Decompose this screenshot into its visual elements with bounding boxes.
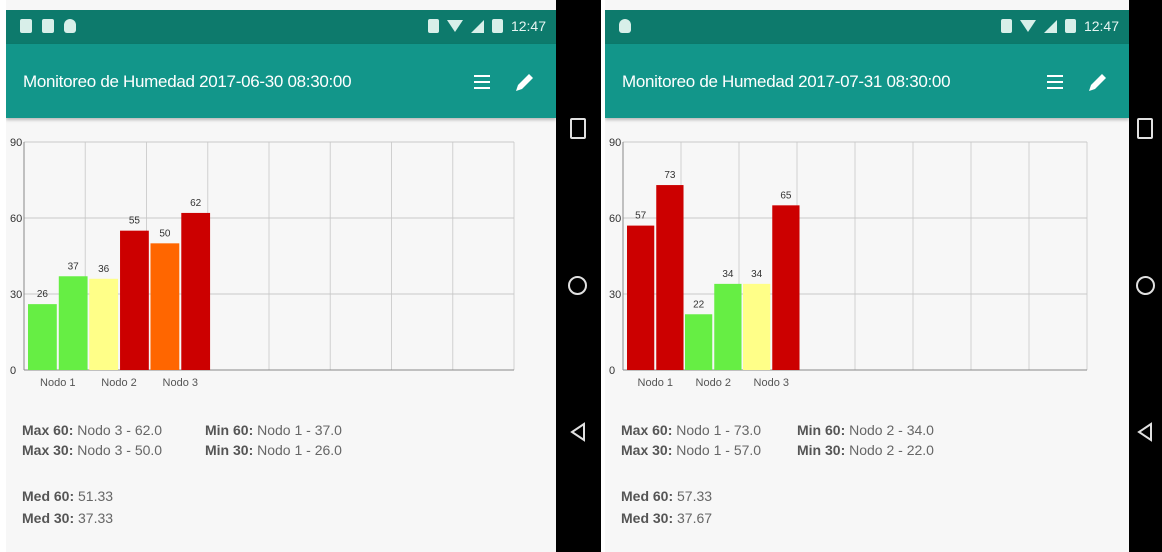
bar (89, 278, 119, 370)
data-label: 57 (635, 211, 647, 222)
bar (120, 230, 149, 370)
back-triangle-icon[interactable] (1136, 422, 1154, 442)
stat-med60: Med 60: 57.33 (621, 488, 713, 504)
status-time: 12:47 (1083, 18, 1119, 34)
stat-min60: Min 60: Nodo 2 - 34.0 (797, 422, 934, 438)
y-tick-label: 90 (609, 137, 621, 149)
bar (656, 185, 684, 370)
data-label: 22 (693, 299, 705, 310)
bar-chart: 0 30 60 90 26 37 36 55 50 62 Nodo 1 Nodo 2 Nodo 3 (10, 137, 515, 389)
vibrate-icon (427, 19, 439, 33)
x-tick-label: Nodo 3 (163, 377, 198, 389)
signal-icon (1043, 19, 1057, 33)
x-tick-label: Nodo 3 (754, 377, 789, 389)
data-label: 26 (37, 289, 49, 300)
vibrate-icon (1000, 19, 1012, 33)
bar (150, 243, 180, 370)
bar (627, 225, 655, 370)
y-tick-label: 30 (10, 289, 22, 301)
image-icon (42, 19, 54, 33)
battery-icon (491, 19, 503, 33)
navigation-bar (556, 0, 601, 552)
y-tick-label: 60 (609, 213, 621, 225)
app-bar: Monitoreo de Humedad 2017-06-30 08:30:00 (6, 44, 556, 118)
x-tick-label: Nodo 2 (696, 377, 731, 389)
stat-min60: Min 60: Nodo 1 - 37.0 (205, 422, 342, 438)
home-circle-icon[interactable] (568, 276, 587, 295)
y-tick-label: 90 (10, 137, 22, 149)
bar (685, 314, 713, 370)
list-icon[interactable] (474, 75, 490, 89)
humidity-chart: 0 30 60 90 26 37 36 55 50 62 Nodo 1 Nodo 2 Nodo 3 (6, 124, 556, 399)
bar (58, 276, 88, 370)
data-label: 50 (159, 228, 171, 239)
x-tick-label: Nodo 1 (40, 377, 75, 389)
status-time: 12:47 (510, 18, 546, 34)
app-bar: Monitoreo de Humedad 2017-07-31 08:30:00 (605, 44, 1129, 118)
data-label: 62 (190, 198, 202, 209)
stat-min30: Min 30: Nodo 2 - 22.0 (797, 442, 934, 458)
y-tick-label: 0 (10, 365, 16, 377)
recents-square-icon[interactable] (570, 118, 586, 139)
list-icon[interactable] (1047, 75, 1063, 89)
status-bar: 12:47 (6, 10, 556, 44)
android-icon (64, 19, 76, 33)
page-title: Monitoreo de Humedad 2017-06-30 08:30:00 (23, 72, 352, 91)
recents-square-icon[interactable] (1137, 118, 1153, 139)
wifi-icon (446, 20, 463, 32)
bar (772, 205, 800, 370)
x-tick-label: Nodo 1 (638, 377, 673, 389)
stat-med30: Med 30: 37.67 (621, 510, 713, 526)
y-tick-label: 0 (609, 365, 615, 377)
pencil-icon[interactable] (512, 71, 536, 95)
home-circle-icon[interactable] (1136, 276, 1155, 295)
stat-max30: Max 30: Nodo 3 - 50.0 (22, 442, 163, 458)
android-icon (619, 19, 631, 33)
navigation-bar (1129, 0, 1162, 552)
status-bar: 12:47 (605, 10, 1129, 44)
data-label: 34 (722, 269, 734, 280)
signal-icon (470, 19, 484, 33)
data-label: 37 (68, 261, 80, 272)
data-label: 65 (780, 190, 792, 201)
page-title: Monitoreo de Humedad 2017-07-31 08:30:00 (622, 72, 951, 91)
wifi-icon (1019, 20, 1036, 32)
bar (28, 304, 57, 370)
bar (743, 283, 771, 370)
data-label: 73 (664, 170, 676, 181)
bar-chart: 0 30 60 90 57 73 22 34 34 65 Nodo 1 Nodo 2 Nodo 3 (609, 137, 1088, 389)
humidity-chart: 0 30 60 90 57 73 22 34 34 65 Nodo 1 Nodo 2 Nodo 3 (605, 124, 1129, 399)
clipboard-icon (20, 19, 32, 33)
battery-icon (1064, 19, 1076, 33)
phone-screen-right: 12:47 Monitoreo de Humedad 2017-07-31 08… (605, 0, 1129, 552)
x-tick-label: Nodo 2 (101, 377, 136, 389)
bar (714, 283, 742, 370)
bar (181, 212, 211, 370)
y-tick-label: 30 (609, 289, 621, 301)
stat-med60: Med 60: 51.33 (22, 488, 114, 504)
data-label: 34 (751, 269, 763, 280)
stat-max30: Max 30: Nodo 1 - 57.0 (621, 442, 762, 458)
stat-min30: Min 30: Nodo 1 - 26.0 (205, 442, 342, 458)
phone-screen-left: 12:47 Monitoreo de Humedad 2017-06-30 08… (6, 0, 556, 552)
back-triangle-icon[interactable] (569, 422, 587, 442)
stat-max60: Max 60: Nodo 3 - 62.0 (22, 422, 163, 438)
stat-max60: Max 60: Nodo 1 - 73.0 (621, 422, 762, 438)
pencil-icon[interactable] (1085, 71, 1109, 95)
data-label: 55 (129, 216, 141, 227)
y-tick-label: 60 (10, 213, 22, 225)
stat-med30: Med 30: 37.33 (22, 510, 114, 526)
data-label: 36 (98, 264, 110, 275)
